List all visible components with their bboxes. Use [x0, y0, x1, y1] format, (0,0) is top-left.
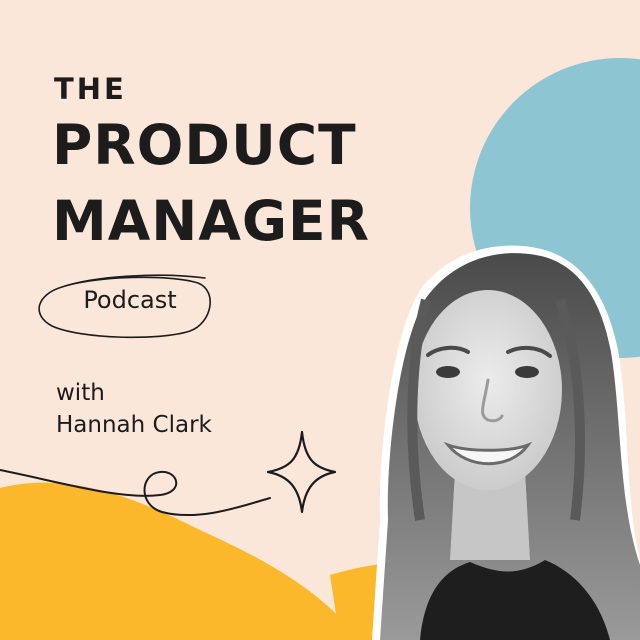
podcast-cover: THE PRODUCT MANAGER Podcast with Hannah …	[0, 0, 640, 640]
podcast-badge: Podcast	[83, 286, 177, 314]
title-line-3: MANAGER	[52, 189, 370, 253]
host-prefix: with	[56, 380, 105, 406]
title-line-2: PRODUCT	[52, 113, 357, 177]
title-line-1: THE	[54, 72, 127, 106]
host-name: Hannah Clark	[56, 412, 212, 438]
